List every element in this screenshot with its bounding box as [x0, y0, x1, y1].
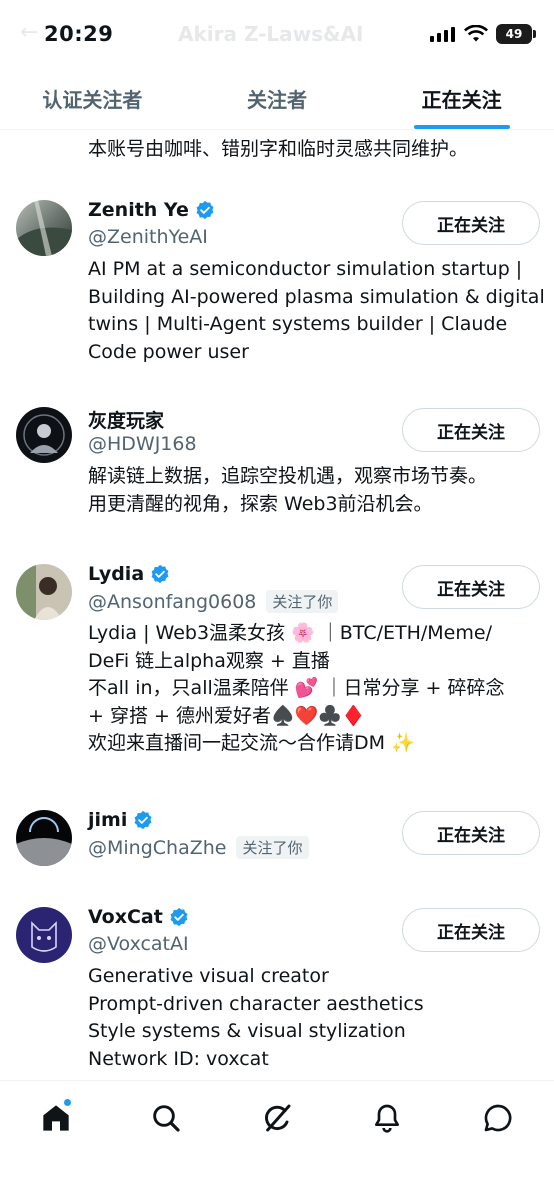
tab-verified-followers[interactable]: 认证关注者	[0, 68, 185, 129]
verified-badge-icon	[170, 907, 188, 927]
status-icons: 49	[430, 23, 536, 45]
user-bio: Lydia | Web3温柔女孩 🌸 ｜BTC/ETH/Meme/ DeFi 链…	[88, 622, 505, 754]
follows-you-badge: 关注了你	[266, 590, 339, 613]
previous-user-bio: 本账号由咖啡、错别字和临时灵感共同维护。	[88, 138, 469, 160]
list-item[interactable]: VoxCat @VoxcatAI 正在关注 Generative visual …	[0, 902, 554, 1079]
user-handle: @Ansonfang0608	[88, 590, 257, 613]
avatar[interactable]	[16, 407, 72, 463]
avatar[interactable]	[16, 907, 72, 963]
profile-title: Akira Z-Laws&AI	[178, 22, 364, 46]
user-name[interactable]: VoxCat	[88, 906, 163, 928]
wifi-icon	[464, 25, 488, 42]
following-button[interactable]: 正在关注	[402, 201, 540, 245]
verified-badge-icon	[134, 810, 152, 830]
following-list: 本账号由咖啡、错别字和临时灵感共同维护。 Zenith Ye @ZenithYe…	[0, 131, 554, 1079]
list-item[interactable]: jimi @MingChaZhe 关注了你 正在关注	[0, 805, 554, 877]
user-bio: Generative visual creator Prompt-driven …	[88, 965, 424, 1070]
search-icon	[153, 1105, 180, 1132]
list-item[interactable]: Zenith Ye @ZenithYeAI 正在关注 AI PM at a se…	[0, 195, 554, 375]
active-tab-indicator	[413, 125, 510, 129]
notification-dot	[63, 1098, 72, 1107]
user-name[interactable]: 灰度玩家	[88, 406, 164, 433]
cellular-signal-icon	[430, 26, 456, 42]
nav-home[interactable]	[36, 1098, 76, 1138]
nav-messages[interactable]	[478, 1098, 518, 1138]
status-time: 20:29	[44, 22, 114, 46]
notifications-icon	[375, 1104, 399, 1133]
list-item[interactable]: Lydia @Ansonfang0608 关注了你 正在关注 Lydia | W…	[0, 559, 554, 779]
avatar[interactable]	[16, 810, 72, 866]
follows-you-badge: 关注了你	[236, 836, 309, 859]
avatar[interactable]	[16, 200, 72, 256]
status-bar: ← Akira Z-Laws&AI 20:29 49	[0, 0, 554, 68]
user-bio: AI PM at a semiconductor simulation star…	[88, 258, 545, 363]
nav-notifications[interactable]	[367, 1098, 407, 1138]
verified-badge-icon	[196, 200, 214, 220]
nav-grok[interactable]	[257, 1098, 297, 1138]
user-handle: @HDWJ168	[88, 433, 197, 455]
grok-icon	[265, 1104, 291, 1132]
follow-tabs: 认证关注者 关注者 正在关注	[0, 68, 554, 130]
following-button[interactable]: 正在关注	[402, 908, 540, 952]
user-handle: @MingChaZhe	[88, 836, 227, 859]
back-arrow-icon[interactable]: ←	[20, 20, 38, 45]
nav-search[interactable]	[146, 1098, 186, 1138]
tab-followers[interactable]: 关注者	[185, 68, 370, 129]
following-button[interactable]: 正在关注	[402, 565, 540, 609]
user-bio: 解读链上数据，追踪空投机遇，观察市场节奏。 用更清醒的视角，探索 Web3前沿机…	[88, 465, 488, 515]
user-name[interactable]: Lydia	[88, 563, 144, 585]
tab-following[interactable]: 正在关注	[369, 68, 554, 129]
verified-badge-icon	[151, 564, 169, 584]
user-name[interactable]: jimi	[88, 809, 127, 831]
following-button[interactable]: 正在关注	[402, 408, 540, 452]
bottom-navigation	[0, 1080, 554, 1199]
following-button[interactable]: 正在关注	[402, 811, 540, 855]
list-item[interactable]: 灰度玩家 @HDWJ168 正在关注 解读链上数据，追踪空投机遇，观察市场节奏。…	[0, 402, 554, 532]
user-handle: @ZenithYeAI	[88, 226, 208, 248]
user-name[interactable]: Zenith Ye	[88, 199, 189, 221]
battery-icon: 49	[496, 24, 536, 44]
avatar[interactable]	[16, 564, 72, 620]
messages-icon	[484, 1104, 512, 1132]
user-handle: @VoxcatAI	[88, 933, 189, 955]
